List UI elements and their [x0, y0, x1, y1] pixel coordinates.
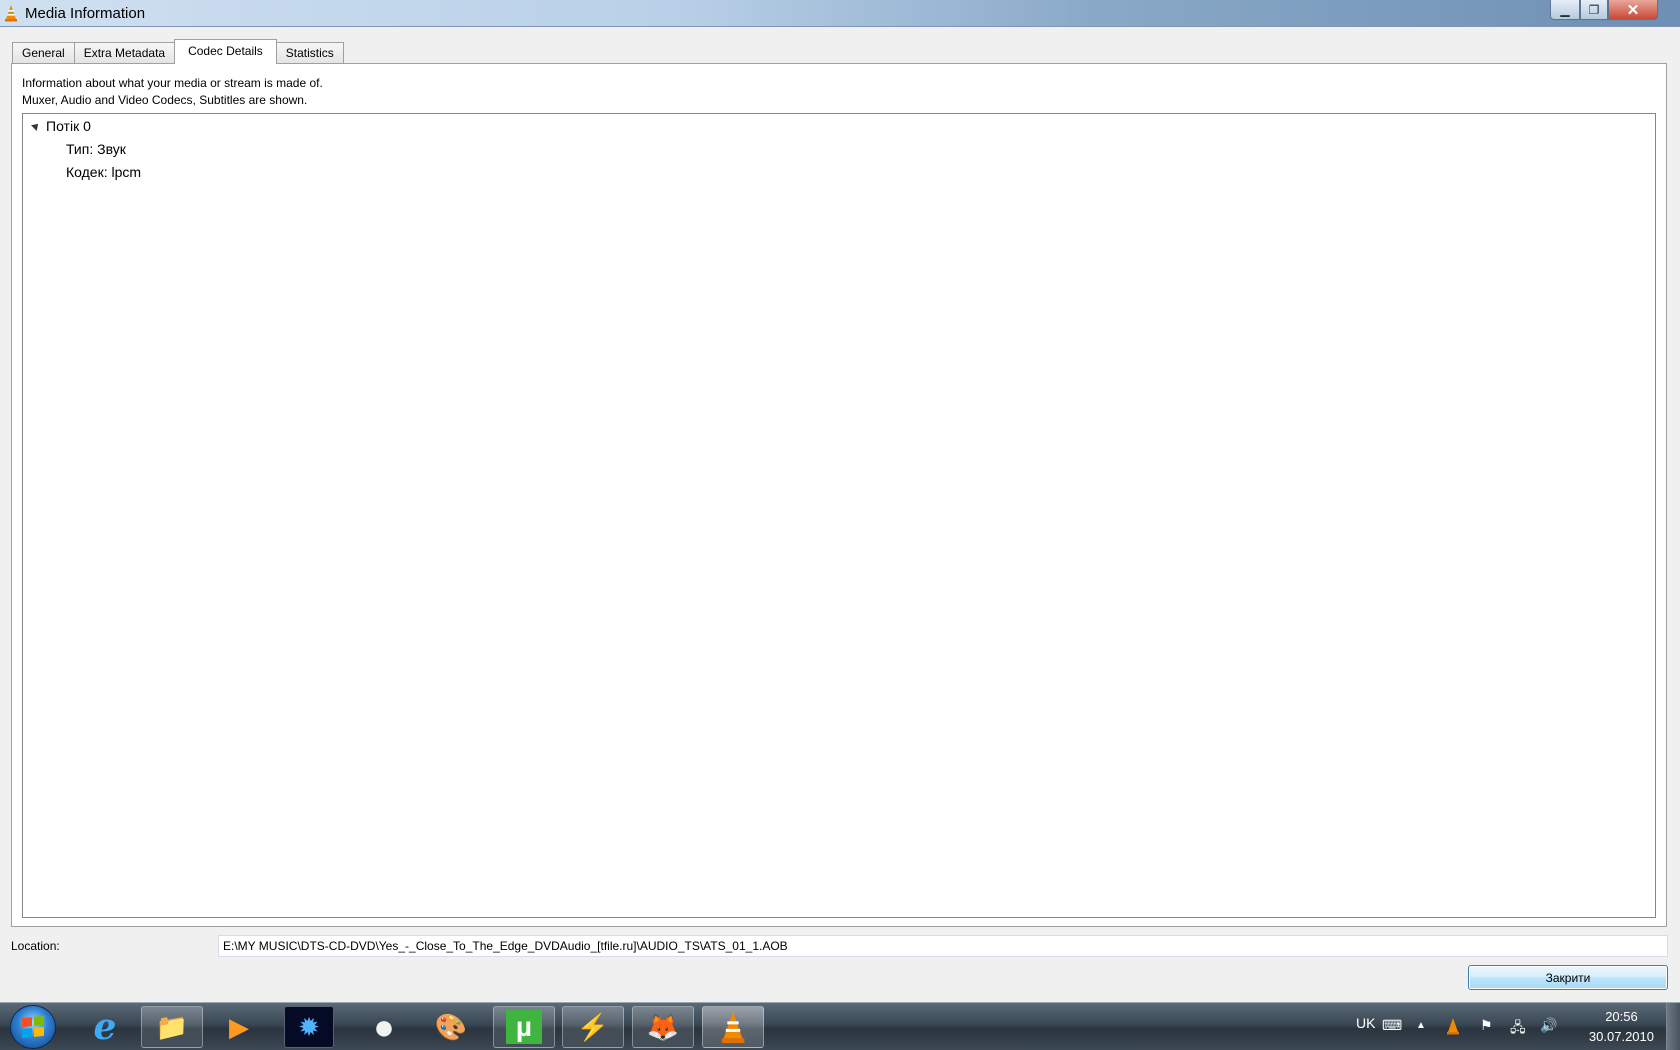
vlc-cone-icon — [5, 5, 17, 22]
taskbar-winamp[interactable]: ⚡ — [562, 1006, 624, 1048]
firefox-icon: 🦊 — [646, 1011, 680, 1042]
expand-arrow-icon[interactable] — [31, 121, 41, 131]
vlc-tray-icon[interactable] — [1446, 1017, 1460, 1035]
tree-item-type[interactable]: Тип: Звук — [66, 141, 126, 157]
tab-bar: General Extra Metadata Codec Details Sta… — [12, 39, 344, 64]
network-icon[interactable]: 🖧 — [1510, 1017, 1526, 1041]
taskbar-visualizer[interactable]: ✹ — [284, 1006, 334, 1048]
volume-icon[interactable]: 🔊 — [1540, 1017, 1557, 1034]
language-indicator[interactable]: UK — [1356, 1015, 1375, 1031]
media-player-icon: ▶ — [229, 1011, 249, 1042]
taskbar-sphere-app[interactable]: ● — [353, 1006, 415, 1048]
description-line-2: Muxer, Audio and Video Codecs, Subtitles… — [22, 93, 308, 107]
taskbar: e 📁 ▶ ✹ ● 🎨 µ ⚡ 🦊 UK ⌨ ▲ ⚑ 🖧 🔊 20:56 30.… — [0, 1002, 1680, 1050]
taskbar-media-player[interactable]: ▶ — [208, 1006, 270, 1048]
windows-logo-icon — [22, 1015, 44, 1039]
tab-general[interactable]: General — [12, 42, 75, 64]
location-field[interactable] — [218, 935, 1668, 957]
tab-extra-metadata[interactable]: Extra Metadata — [73, 42, 176, 64]
close-button[interactable]: Закрити — [1468, 965, 1668, 990]
close-window-button[interactable]: ✕ — [1608, 0, 1658, 20]
start-button[interactable] — [10, 1005, 56, 1049]
clock-time: 20:56 — [1605, 1009, 1638, 1024]
folder-icon: 📁 — [155, 1011, 189, 1042]
location-label: Location: — [11, 939, 60, 953]
maximize-button[interactable]: ❐ — [1580, 0, 1608, 20]
taskbar-paint[interactable]: 🎨 — [420, 1006, 482, 1048]
palette-icon: 🎨 — [434, 1011, 468, 1042]
tab-codec-details[interactable]: Codec Details — [174, 39, 277, 64]
action-center-flag-icon[interactable]: ⚑ — [1480, 1017, 1493, 1034]
clock[interactable]: 20:56 30.07.2010 — [1589, 1007, 1654, 1047]
tree-item-codec[interactable]: Кодек: lpcm — [66, 164, 141, 180]
taskbar-vlc[interactable] — [702, 1006, 764, 1048]
starburst-icon: ✹ — [298, 1011, 320, 1042]
title-bar[interactable]: Media Information ▁ ❐ ✕ — [0, 0, 1680, 27]
panel-description: Information about what your media or str… — [22, 75, 323, 109]
restore-icon: ❐ — [1588, 2, 1600, 17]
taskbar-internet-explorer[interactable]: e — [74, 1006, 136, 1048]
description-line-1: Information about what your media or str… — [22, 76, 323, 90]
clock-date: 30.07.2010 — [1588, 1029, 1654, 1044]
sphere-icon: ● — [373, 1006, 395, 1047]
close-icon: ✕ — [1626, 1, 1640, 19]
show-hidden-icons-icon[interactable]: ▲ — [1416, 1020, 1426, 1031]
taskbar-firefox[interactable]: 🦊 — [632, 1006, 694, 1048]
codec-tree[interactable]: Потік 0 Тип: Звук Кодек: lpcm — [22, 113, 1656, 918]
minimize-button[interactable]: ▁ — [1550, 0, 1580, 20]
taskbar-file-explorer[interactable]: 📁 — [141, 1006, 203, 1048]
vlc-cone-icon — [721, 1011, 745, 1044]
tab-statistics[interactable]: Statistics — [275, 42, 344, 64]
internet-explorer-icon: e — [93, 1006, 117, 1048]
keyboard-icon[interactable]: ⌨ — [1382, 1017, 1402, 1034]
stream-label: Потік 0 — [46, 118, 91, 134]
minimize-icon: ▁ — [1560, 2, 1570, 17]
window-title: Media Information — [25, 5, 146, 22]
lightning-icon: ⚡ — [576, 1011, 610, 1042]
taskbar-utorrent[interactable]: µ — [493, 1006, 555, 1048]
codec-details-panel: Information about what your media or str… — [11, 63, 1667, 927]
tree-node-stream[interactable]: Потік 0 — [23, 117, 223, 137]
show-desktop-button[interactable] — [1666, 1003, 1680, 1050]
utorrent-icon: µ — [506, 1010, 542, 1044]
